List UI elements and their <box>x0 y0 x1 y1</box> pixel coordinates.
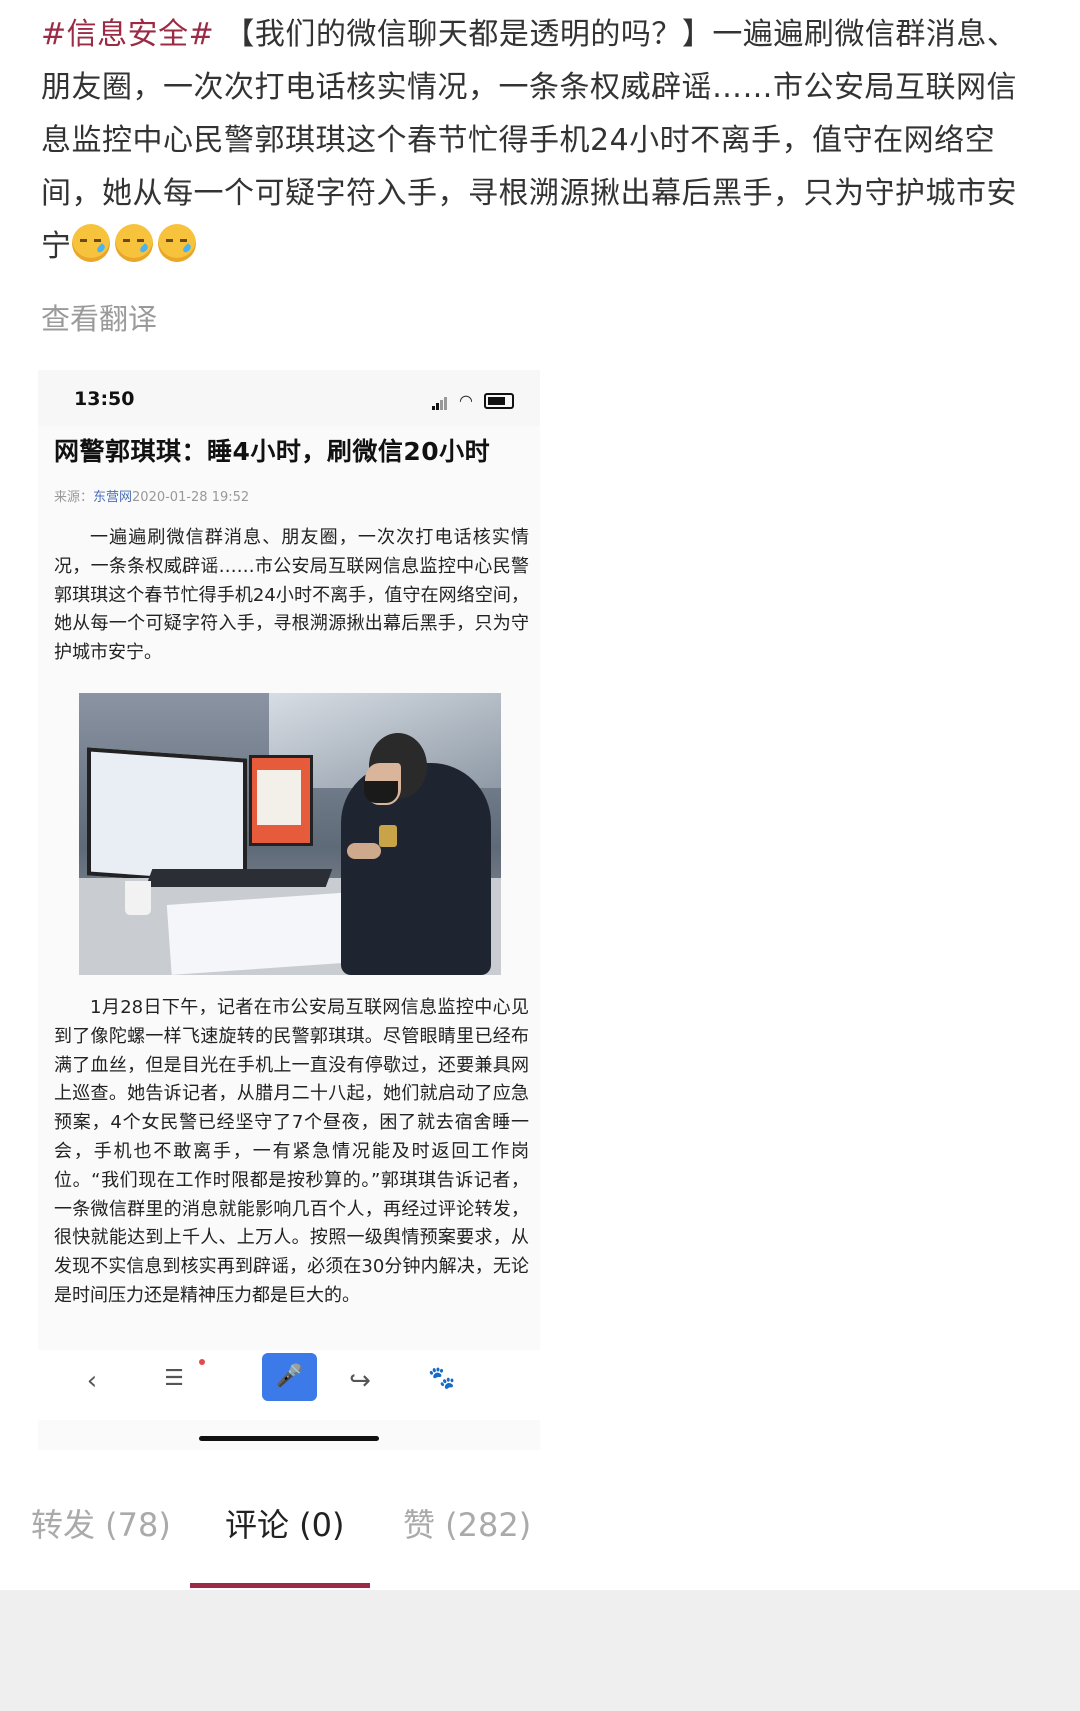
source-datetime: 2020-01-28 19:52 <box>132 490 250 505</box>
sweat-face-icon <box>114 224 153 262</box>
back-icon[interactable]: ‹ <box>72 1366 112 1396</box>
tab-likes[interactable]: 赞 (282) <box>403 1500 531 1546</box>
battery-icon <box>484 392 514 409</box>
source-name: 东营网 <box>93 490 133 505</box>
view-translation-link[interactable]: 查看翻译 <box>41 296 157 338</box>
status-icons: ◠ <box>431 390 514 410</box>
browser-bottom-bar: ‹ ☰ 🎤 ↪ 🐾 <box>38 1350 540 1420</box>
source-label: 来源： <box>54 490 94 505</box>
paw-icon[interactable]: 🐾 <box>422 1366 462 1391</box>
status-time: 13:50 <box>74 388 135 410</box>
sweat-face-icon <box>157 224 196 262</box>
mic-icon[interactable]: 🎤 <box>262 1353 317 1401</box>
post-text: #信息安全# 【我们的微信聊天都是透明的吗？】一遍遍刷微信群消息、朋友圈，一次次… <box>41 8 1041 273</box>
article-photo <box>79 693 501 975</box>
menu-icon[interactable]: ☰ <box>154 1366 194 1391</box>
active-tab-underline <box>190 1583 370 1588</box>
share-icon[interactable]: ↪ <box>340 1366 380 1396</box>
tab-comments[interactable]: 评论 (0) <box>225 1500 345 1546</box>
article-paragraph-2: 1月28日下午，记者在市公安局互联网信息监控中心见到了像陀螺一样飞速旋转的民警郭… <box>54 997 529 1306</box>
article-paragraph-1: 一遍遍刷微信群消息、朋友圈，一次次打电话核实情况，一条条权威辟谣……市公安局互联… <box>54 527 529 664</box>
phone-status-bar: 13:50 ◠ <box>38 370 540 426</box>
tab-reposts[interactable]: 转发 (78) <box>31 1500 171 1546</box>
signal-icon <box>431 391 448 410</box>
wifi-icon: ◠ <box>458 391 473 410</box>
tab-bar: 转发 (78) 评论 (0) 赞 (282) <box>0 1468 1080 1588</box>
empty-comments-area <box>0 1590 1080 1711</box>
embedded-screenshot-image[interactable]: 13:50 ◠ 网警郭琪琪：睡4小时，刷微信20小时 来源：东营网2020-01… <box>38 370 540 1450</box>
sweat-face-icon <box>71 224 110 262</box>
home-indicator <box>199 1436 379 1441</box>
notification-dot <box>199 1359 205 1365</box>
article-source: 来源：东营网2020-01-28 19:52 <box>54 486 249 505</box>
article-title: 网警郭琪琪：睡4小时，刷微信20小时 <box>54 437 491 466</box>
hashtag-link[interactable]: #信息安全# <box>41 17 214 52</box>
